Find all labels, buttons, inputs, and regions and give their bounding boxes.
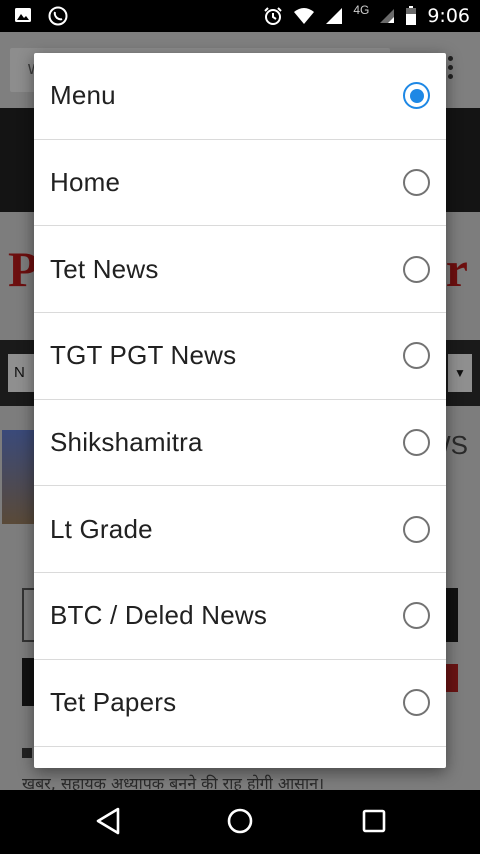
option-lt-grade[interactable]: Lt Grade — [34, 486, 446, 574]
option-label: Lt Grade — [50, 513, 153, 544]
signal-icon — [325, 7, 343, 25]
article-headline: खबर, सहायक अध्यापक बनने की राह होगी आसान… — [22, 774, 325, 790]
radio-unchecked-icon[interactable] — [403, 602, 430, 630]
bg-button — [444, 588, 458, 642]
option-tet-papers[interactable]: Tet Papers — [34, 660, 446, 747]
menu-select-dialog: Menu Home Tet News TGT PGT News Shiksham… — [34, 53, 446, 768]
radio-unchecked-icon[interactable] — [403, 169, 430, 197]
option-label: Home — [50, 167, 121, 198]
back-icon[interactable] — [94, 806, 122, 841]
option-label: Menu — [50, 80, 116, 111]
home-icon[interactable] — [226, 806, 254, 841]
radio-unchecked-icon[interactable] — [403, 515, 430, 543]
option-label: Tet Papers — [50, 687, 177, 718]
option-label: TGT PGT News — [50, 340, 237, 371]
option-partial-next[interactable] — [34, 747, 446, 769]
wifi-icon — [293, 7, 315, 25]
option-tgt-pgt-news[interactable]: TGT PGT News — [34, 313, 446, 400]
nav-select-arrow: ▼ — [448, 354, 472, 392]
battery-icon — [405, 6, 417, 26]
signal-icon-secondary — [379, 8, 395, 24]
clock: 9:06 — [427, 5, 470, 27]
radio-unchecked-icon[interactable] — [403, 255, 430, 283]
recents-icon[interactable] — [360, 806, 388, 841]
radio-unchecked-icon[interactable] — [403, 429, 430, 457]
radio-unchecked-icon[interactable] — [403, 342, 430, 370]
option-tet-news[interactable]: Tet News — [34, 226, 446, 314]
option-shikshamitra[interactable]: Shikshamitra — [34, 400, 446, 487]
option-btc-deled-news[interactable]: BTC / Deled News — [34, 573, 446, 660]
radio-checked-icon[interactable] — [403, 82, 430, 110]
overflow-menu-icon — [448, 56, 454, 82]
status-bar: 4G 9:06 — [0, 0, 480, 32]
network-type: 4G — [353, 3, 370, 17]
radio-unchecked-icon[interactable] — [403, 689, 430, 717]
option-label: Shikshamitra — [50, 427, 203, 458]
option-home[interactable]: Home — [34, 140, 446, 227]
site-logo-right: r — [445, 241, 468, 297]
image-icon — [14, 6, 32, 26]
alarm-icon — [263, 6, 283, 26]
article-thumbnail — [2, 430, 36, 524]
bg-red-button — [444, 664, 458, 692]
whatsapp-icon — [48, 6, 68, 26]
option-menu[interactable]: Menu — [34, 53, 446, 140]
option-label: Tet News — [50, 253, 159, 284]
bullet — [22, 748, 32, 758]
system-nav-bar — [0, 790, 480, 854]
option-label: BTC / Deled News — [50, 600, 268, 631]
